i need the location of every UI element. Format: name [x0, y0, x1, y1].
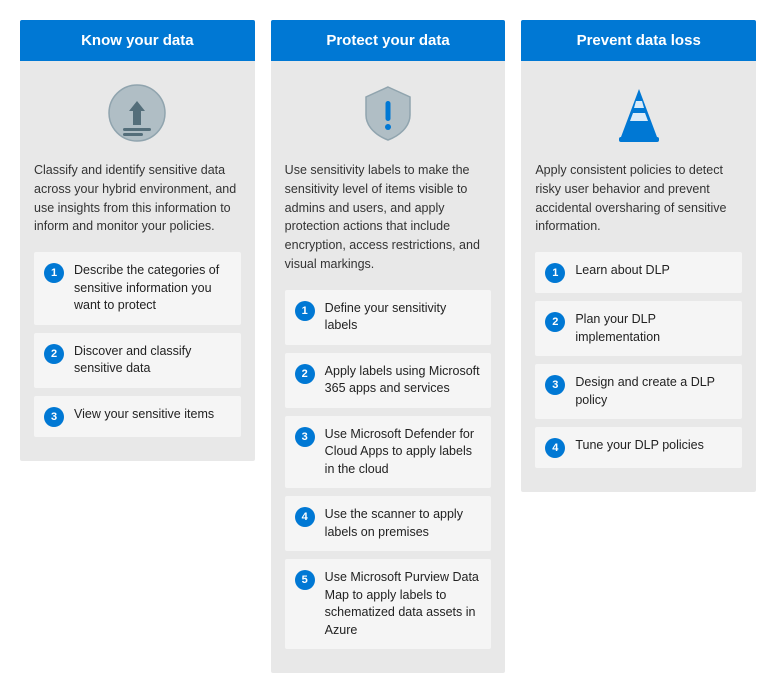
column-protect: Protect your data Use sensitivity labels…: [271, 20, 506, 673]
know-step-text-1: Describe the categories of sensitive inf…: [74, 262, 231, 315]
protect-step-text-2: Apply labels using Microsoft 365 apps an…: [325, 363, 482, 398]
protect-step-badge-1: 1: [295, 301, 315, 321]
know-step-badge-3: 3: [44, 407, 64, 427]
column-prevent: Prevent data loss Apply consistent polic…: [521, 20, 756, 492]
prevent-step-2[interactable]: 2 Plan your DLP implementation: [535, 301, 742, 356]
protect-step-text-1: Define your sensitivity labels: [325, 300, 482, 335]
prevent-icon: [607, 81, 671, 145]
prevent-step-3[interactable]: 3 Design and create a DLP policy: [535, 364, 742, 419]
prevent-step-4[interactable]: 4 Tune your DLP policies: [535, 427, 742, 468]
column-protect-header: Protect your data: [271, 20, 506, 61]
protect-step-badge-2: 2: [295, 364, 315, 384]
prevent-icon-area: [535, 77, 742, 149]
prevent-step-badge-4: 4: [545, 438, 565, 458]
protect-icon: [356, 81, 420, 145]
prevent-step-1[interactable]: 1 Learn about DLP: [535, 252, 742, 293]
know-step-2[interactable]: 2 Discover and classify sensitive data: [34, 333, 241, 388]
know-step-3[interactable]: 3 View your sensitive items: [34, 396, 241, 437]
prevent-step-text-3: Design and create a DLP policy: [575, 374, 732, 409]
prevent-step-badge-3: 3: [545, 375, 565, 395]
prevent-step-text-2: Plan your DLP implementation: [575, 311, 732, 346]
protect-step-1[interactable]: 1 Define your sensitivity labels: [285, 290, 492, 345]
main-columns: Know your data Classify and identify sen…: [20, 20, 756, 673]
know-step-badge-2: 2: [44, 344, 64, 364]
protect-description: Use sensitivity labels to make the sensi…: [285, 161, 492, 274]
prevent-step-badge-2: 2: [545, 312, 565, 332]
protect-step-5[interactable]: 5 Use Microsoft Purview Data Map to appl…: [285, 559, 492, 649]
protect-step-badge-5: 5: [295, 570, 315, 590]
protect-step-text-4: Use the scanner to apply labels on premi…: [325, 506, 482, 541]
know-step-1[interactable]: 1 Describe the categories of sensitive i…: [34, 252, 241, 325]
protect-icon-area: [285, 77, 492, 149]
column-know-header: Know your data: [20, 20, 255, 61]
column-prevent-header: Prevent data loss: [521, 20, 756, 61]
know-step-text-3: View your sensitive items: [74, 406, 214, 424]
prevent-step-text-1: Learn about DLP: [575, 262, 670, 280]
protect-step-2[interactable]: 2 Apply labels using Microsoft 365 apps …: [285, 353, 492, 408]
know-icon: [105, 81, 169, 145]
protect-step-text-3: Use Microsoft Defender for Cloud Apps to…: [325, 426, 482, 479]
know-step-badge-1: 1: [44, 263, 64, 283]
prevent-step-badge-1: 1: [545, 263, 565, 283]
protect-step-3[interactable]: 3 Use Microsoft Defender for Cloud Apps …: [285, 416, 492, 489]
prevent-description: Apply consistent policies to detect risk…: [535, 161, 742, 236]
protect-step-badge-4: 4: [295, 507, 315, 527]
know-icon-area: [34, 77, 241, 149]
know-step-text-2: Discover and classify sensitive data: [74, 343, 231, 378]
protect-step-4[interactable]: 4 Use the scanner to apply labels on pre…: [285, 496, 492, 551]
prevent-step-text-4: Tune your DLP policies: [575, 437, 704, 455]
protect-step-text-5: Use Microsoft Purview Data Map to apply …: [325, 569, 482, 639]
know-description: Classify and identify sensitive data acr…: [34, 161, 241, 236]
column-know: Know your data Classify and identify sen…: [20, 20, 255, 461]
protect-step-badge-3: 3: [295, 427, 315, 447]
